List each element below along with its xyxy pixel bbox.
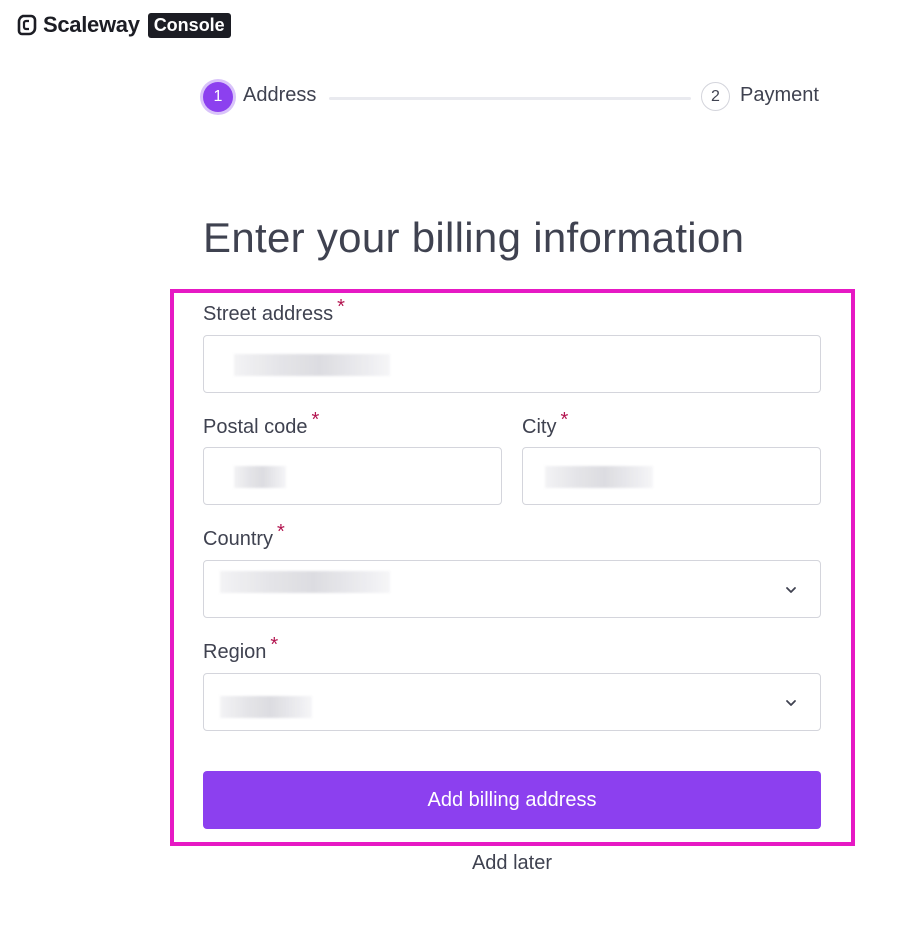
redacted-value (220, 696, 312, 718)
add-billing-address-button[interactable]: Add billing address (203, 771, 821, 829)
city-label-text: City (522, 416, 557, 438)
country-label: Country * (203, 521, 285, 551)
country-label-text: Country (203, 528, 274, 550)
scaleway-logo-icon (17, 14, 37, 36)
region-label-text: Region (203, 641, 267, 663)
add-later-link[interactable]: Add later (203, 852, 821, 875)
redacted-value (220, 571, 390, 593)
chevron-down-icon (786, 700, 796, 706)
redacted-value (545, 466, 653, 488)
country-select[interactable] (203, 560, 821, 618)
region-select[interactable] (203, 673, 821, 731)
chevron-down-icon (786, 587, 796, 593)
city-input[interactable] (522, 447, 821, 505)
required-marker: * (311, 409, 320, 431)
step-1-indicator: 1 (203, 82, 233, 112)
street-address-label-text: Street address (203, 303, 334, 325)
progress-stepper: 1 Address 2 Payment (200, 80, 825, 114)
required-marker: * (270, 634, 279, 656)
postal-code-label-text: Postal code (203, 416, 308, 438)
street-address-input[interactable] (203, 335, 821, 393)
step-connector (329, 97, 691, 100)
required-marker: * (277, 521, 285, 543)
brand-logo[interactable]: Scaleway Console (17, 11, 231, 39)
step-2-label: Payment (740, 84, 819, 106)
step-2-indicator: 2 (701, 82, 730, 111)
required-marker: * (560, 409, 569, 431)
postal-code-label: Postal code * (203, 409, 319, 439)
city-label: City * (522, 409, 568, 439)
region-label: Region * (203, 634, 278, 664)
street-address-label: Street address * (203, 296, 345, 326)
redacted-value (234, 466, 286, 488)
step-1-label: Address (243, 84, 317, 106)
required-marker: * (337, 296, 345, 318)
postal-code-input[interactable] (203, 447, 502, 505)
redacted-value (234, 354, 390, 376)
page-title: Enter your billing information (203, 214, 745, 261)
brand-name: Scaleway (43, 12, 140, 37)
console-badge: Console (147, 12, 231, 38)
